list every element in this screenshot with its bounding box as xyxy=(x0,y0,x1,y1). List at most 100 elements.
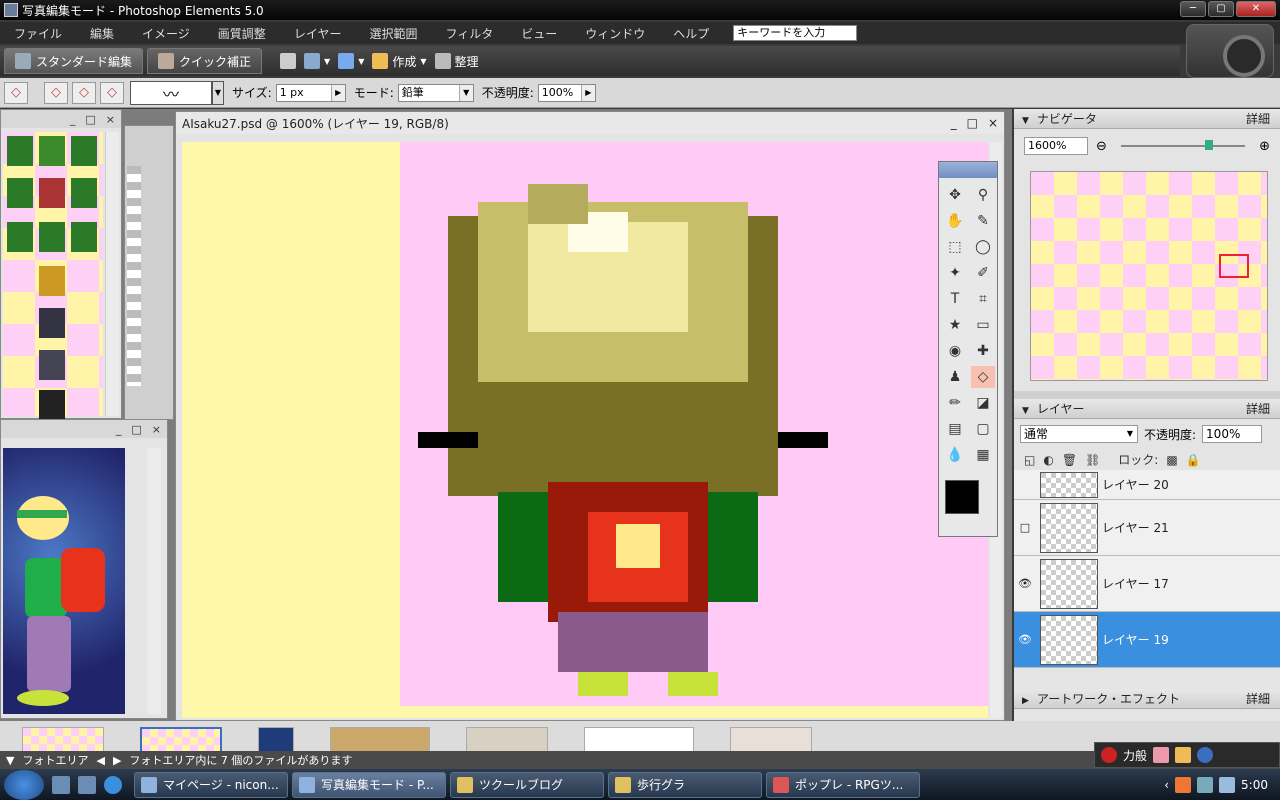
layers-details[interactable]: 詳細 xyxy=(1246,400,1270,417)
zoom-field[interactable]: 1600% xyxy=(1024,137,1088,155)
toolbox-header[interactable] xyxy=(939,162,997,178)
eyedropper-tool-icon[interactable]: ✎ xyxy=(971,210,995,232)
navigator-details[interactable]: 詳細 xyxy=(1246,110,1270,127)
maximize-icon[interactable]: □ xyxy=(967,116,978,130)
layer-row[interactable]: □ レイヤー 21 xyxy=(1014,500,1280,556)
brush-preview[interactable]: 〰 xyxy=(130,80,212,105)
volume-icon[interactable] xyxy=(1219,776,1236,793)
effects-details[interactable]: 詳細 xyxy=(1246,690,1270,707)
zoom-out-icon[interactable]: ⊖ xyxy=(1096,139,1107,154)
menu-enhance[interactable]: 画質調整 xyxy=(204,25,280,42)
zoom-tool-icon[interactable]: ⚲ xyxy=(971,184,995,206)
effects-header[interactable]: ▶ アートワーク・エフェクト 詳細 xyxy=(1014,689,1280,709)
taskbar-button-active[interactable]: 写真編集モード - P... xyxy=(292,771,446,798)
lock-icon[interactable]: 🔒 xyxy=(1186,453,1201,467)
type-tool-icon[interactable]: T xyxy=(943,288,967,310)
foreground-color-swatch[interactable] xyxy=(945,480,979,514)
menu-image[interactable]: イメージ xyxy=(128,25,204,42)
close-icon[interactable]: × xyxy=(988,116,998,130)
document-window[interactable]: AIsaku27.psd @ 1600% (レイヤー 19, RGB/8) _ … xyxy=(175,111,1005,721)
menu-window[interactable]: ウィンドウ xyxy=(571,25,659,42)
new-layer-icon[interactable]: ◱ xyxy=(1024,453,1035,467)
sprite-sheet-canvas[interactable] xyxy=(3,132,103,420)
menu-help[interactable]: ヘルプ xyxy=(659,25,723,42)
print-button[interactable] xyxy=(280,49,297,73)
cookie-cutter-tool-icon[interactable]: ★ xyxy=(943,314,967,336)
next-icon[interactable]: ▶ xyxy=(113,754,121,767)
layer-row[interactable]: レイヤー 20 xyxy=(1014,470,1280,500)
maximize-icon[interactable]: □ xyxy=(131,423,141,436)
clock[interactable]: 5:00 xyxy=(1241,778,1268,792)
artwork-window[interactable]: _ □ × xyxy=(0,419,168,719)
tab-standard-edit[interactable]: スタンダード編集 xyxy=(4,48,144,74)
maximize-icon[interactable]: □ xyxy=(85,113,95,126)
close-icon[interactable]: × xyxy=(106,113,115,126)
ime-icon[interactable] xyxy=(1101,747,1117,763)
share-button[interactable]: ▼ xyxy=(338,49,364,73)
magic-eraser-icon[interactable]: ◇ xyxy=(100,81,124,104)
hand-tool-icon[interactable]: ✋ xyxy=(943,210,967,232)
menu-select[interactable]: 選択範囲 xyxy=(355,25,431,42)
tray-expand-icon[interactable]: ‹ xyxy=(1164,778,1169,792)
layer-opacity-field[interactable]: 100% xyxy=(1202,425,1263,443)
magic-wand-tool-icon[interactable]: ✦ xyxy=(943,262,967,284)
secondary-image-window[interactable] xyxy=(124,125,174,420)
minimize-icon[interactable]: _ xyxy=(116,423,122,436)
visibility-toggle[interactable]: □ xyxy=(1014,521,1036,534)
eye-icon[interactable]: 👁 xyxy=(1014,633,1036,646)
ie-icon[interactable] xyxy=(104,775,122,794)
opacity-arrow-icon[interactable]: ▶ xyxy=(580,84,595,101)
tab-quick-fix[interactable]: クイック補正 xyxy=(147,48,263,74)
taskbar-button[interactable]: ポップレ - RPGツ... xyxy=(766,771,920,798)
navigator-header[interactable]: ▼ ナビゲータ 詳細 xyxy=(1014,109,1280,129)
eraser-tool-icon[interactable]: ◇ xyxy=(4,81,28,104)
brush-dropdown-icon[interactable]: ▼ xyxy=(212,80,224,105)
zoom-in-icon[interactable]: ⊕ xyxy=(1259,139,1270,154)
organize-button[interactable]: 整理 xyxy=(434,49,479,73)
size-arrow-icon[interactable]: ▶ xyxy=(330,84,345,101)
blend-mode-select[interactable]: 通常 ▼ xyxy=(1020,425,1138,443)
sprite-sheet-window[interactable]: _ □ × xyxy=(0,109,122,420)
ime-mode[interactable]: 力般 xyxy=(1123,747,1147,764)
menu-file[interactable]: ファイル xyxy=(0,25,76,42)
minimize-icon[interactable]: _ xyxy=(951,116,957,130)
maximize-button[interactable]: ▢ xyxy=(1208,1,1234,17)
vertical-scrollbar[interactable] xyxy=(105,132,119,416)
eraser-tool-icon[interactable]: ◇ xyxy=(971,366,995,388)
adjustment-layer-icon[interactable]: ◐ xyxy=(1043,453,1053,467)
show-desktop-icon[interactable] xyxy=(52,775,70,794)
taskbar-button[interactable]: マイページ - nicon... xyxy=(134,771,288,798)
menu-filter[interactable]: フィルタ xyxy=(431,25,507,42)
eye-icon[interactable]: 👁 xyxy=(1014,577,1036,590)
size-field[interactable]: 1 px ▶ xyxy=(275,83,346,102)
search-input[interactable]: キーワードを入力 xyxy=(733,25,858,41)
ime-tools-icon[interactable] xyxy=(1175,747,1192,763)
network-icon[interactable] xyxy=(1197,776,1214,793)
collapse-icon[interactable]: ▼ xyxy=(1022,116,1029,126)
crop-tool-icon[interactable]: ⌗ xyxy=(971,288,995,310)
opacity-field[interactable]: 100% ▶ xyxy=(537,83,596,102)
menu-layer[interactable]: レイヤー xyxy=(280,25,356,42)
close-button[interactable]: ✕ xyxy=(1236,1,1276,17)
expand-icon[interactable]: ▶ xyxy=(1022,696,1029,706)
clone-stamp-tool-icon[interactable]: ♟ xyxy=(943,366,967,388)
collapse-icon[interactable]: ▼ xyxy=(6,754,14,767)
menu-edit[interactable]: 編集 xyxy=(76,25,128,42)
menu-view[interactable]: ビュー xyxy=(507,25,571,42)
create-button[interactable]: 作成 ▼ xyxy=(372,49,427,73)
layers-header[interactable]: ▼ レイヤー 詳細 xyxy=(1014,399,1280,419)
close-icon[interactable]: × xyxy=(152,423,161,436)
healing-brush-tool-icon[interactable]: ✚ xyxy=(971,340,995,362)
zoom-slider[interactable] xyxy=(1120,140,1246,150)
blur-tool-icon[interactable]: 💧 xyxy=(943,444,967,466)
switch-windows-icon[interactable] xyxy=(78,775,96,794)
minimize-button[interactable]: ─ xyxy=(1180,1,1206,17)
navigator-thumbnail[interactable] xyxy=(1030,171,1268,381)
link-icon[interactable]: ⛓ xyxy=(1085,453,1100,467)
move-tool-icon[interactable]: ✥ xyxy=(943,184,967,206)
selection-brush-tool-icon[interactable]: ✐ xyxy=(971,262,995,284)
lasso-tool-icon[interactable]: ◯ xyxy=(971,236,995,258)
order-prints-button[interactable]: ▼ xyxy=(304,49,330,73)
ime-pad-icon[interactable] xyxy=(1153,747,1170,763)
taskbar-button[interactable]: 歩行グラ xyxy=(608,771,762,798)
